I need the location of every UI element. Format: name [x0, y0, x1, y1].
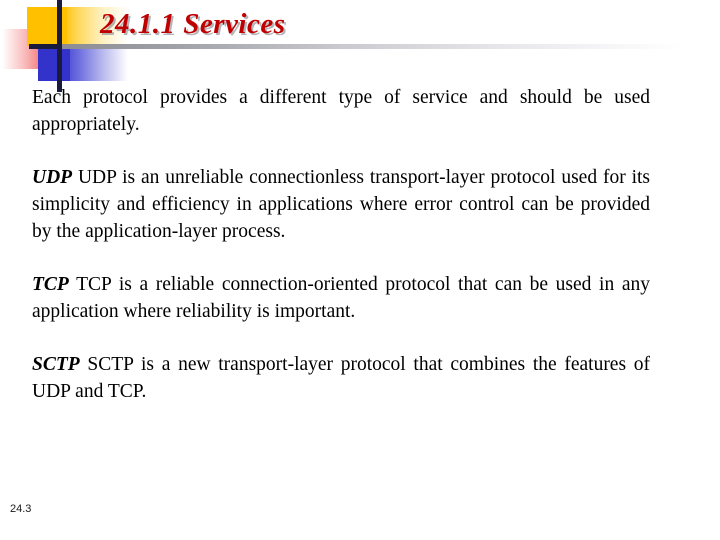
paragraph-tcp: TCP TCP is a reliable connection-oriente…: [32, 271, 650, 325]
paragraph-tcp-text: TCP is a reliable connection-oriented pr…: [32, 274, 650, 322]
decoration-blue-square: [38, 47, 70, 81]
term-sctp: SCTP: [32, 354, 80, 375]
paragraph-sctp: SCTP SCTP is a new transport-layer proto…: [32, 351, 650, 405]
slide-body: Each protocol provides a different type …: [32, 84, 650, 405]
paragraph-intro-text: Each protocol provides a different type …: [32, 87, 650, 135]
paragraph-udp: UDP UDP is an unreliable connectionless …: [32, 164, 650, 245]
paragraph-sctp-text: SCTP is a new transport-layer protocol t…: [32, 354, 650, 402]
title-underline-rule: [62, 44, 682, 49]
term-tcp: TCP: [32, 274, 69, 295]
page-title: 24.1.1 Services: [100, 8, 286, 40]
footer-page-number: 24.3: [10, 503, 32, 515]
paragraph-udp-text: UDP is an unreliable connectionless tran…: [32, 167, 651, 242]
term-udp: UDP: [32, 167, 73, 188]
paragraph-intro: Each protocol provides a different type …: [32, 84, 650, 138]
slide: 24.1.1 Services Each protocol provides a…: [0, 0, 720, 540]
